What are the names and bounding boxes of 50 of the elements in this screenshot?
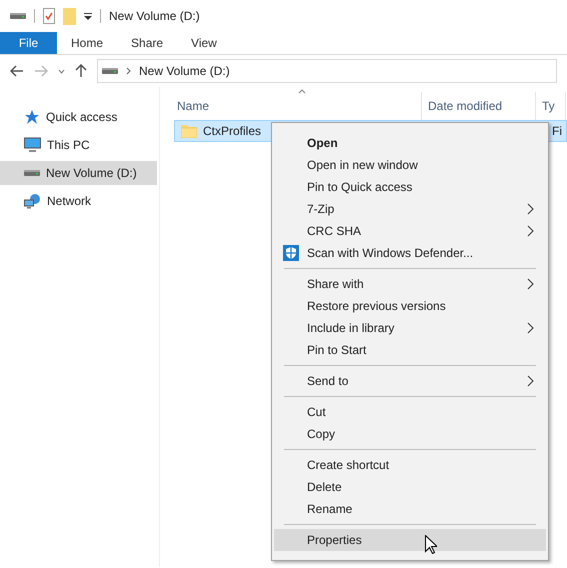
menu-item[interactable]: Send to xyxy=(274,370,546,392)
file-type: Fi xyxy=(551,123,562,140)
menu-item[interactable]: Copy xyxy=(274,423,546,445)
dropdown-icon[interactable] xyxy=(84,12,92,20)
menu-item[interactable]: Share with xyxy=(274,273,546,295)
shield-icon xyxy=(283,245,299,261)
drive-icon xyxy=(102,67,118,75)
drive-icon xyxy=(10,12,26,20)
address-path: New Volume (D:) xyxy=(139,63,230,80)
menu-item[interactable]: Scan with Windows Defender... xyxy=(274,242,546,264)
chevron-right-icon xyxy=(527,203,534,215)
menu-item[interactable]: Properties xyxy=(274,529,546,551)
menu-item[interactable]: Restore previous versions xyxy=(274,295,546,317)
sidebar-item[interactable]: Network xyxy=(0,189,159,213)
star-icon xyxy=(24,109,40,125)
sort-up-icon xyxy=(298,89,306,94)
sidebar-item[interactable]: New Volume (D:) xyxy=(0,161,157,185)
ribbon-tab[interactable]: View xyxy=(177,32,231,54)
file-name: CtxProfiles xyxy=(203,123,262,140)
chevron-right-icon xyxy=(527,322,534,334)
menu-item[interactable]: Rename xyxy=(274,498,546,520)
drive-icon xyxy=(24,169,40,177)
menu-item[interactable]: Open in new window xyxy=(274,154,546,176)
network-icon xyxy=(24,193,41,209)
menu-item[interactable]: Cut xyxy=(274,401,546,423)
chevron-right-icon xyxy=(527,278,534,290)
monitor-icon xyxy=(24,137,41,153)
up-arrow-icon[interactable] xyxy=(75,64,87,78)
menu-item[interactable]: Pin to Quick access xyxy=(274,176,546,198)
chevron-right-icon xyxy=(527,225,534,237)
window-title: New Volume (D:) xyxy=(109,8,200,25)
menu-item[interactable]: CRC SHA xyxy=(274,220,546,242)
menu-item[interactable]: Open xyxy=(274,132,546,154)
sidebar-item[interactable]: This PC xyxy=(0,133,159,157)
menu-item[interactable]: Delete xyxy=(274,476,546,498)
properties-icon[interactable] xyxy=(43,8,55,24)
chevron-right-icon xyxy=(527,375,534,387)
menu-item[interactable]: Include in library xyxy=(274,317,546,339)
ribbon-tab[interactable]: File xyxy=(0,32,57,54)
back-arrow-icon[interactable] xyxy=(10,65,24,77)
chevron-down-icon[interactable] xyxy=(58,68,65,74)
mouse-cursor-icon xyxy=(425,535,437,554)
address-bar[interactable]: New Volume (D:) xyxy=(97,59,557,83)
menu-item[interactable]: Create shortcut xyxy=(274,454,546,476)
menu-item[interactable]: Pin to Start xyxy=(274,339,546,361)
sidebar-item[interactable]: Quick access xyxy=(0,105,159,129)
menu-item[interactable]: 7-Zip xyxy=(274,198,546,220)
chevron-right-icon xyxy=(126,67,131,75)
ribbon-tab[interactable]: Home xyxy=(57,32,118,54)
ribbon-tab[interactable]: Share xyxy=(117,32,178,54)
